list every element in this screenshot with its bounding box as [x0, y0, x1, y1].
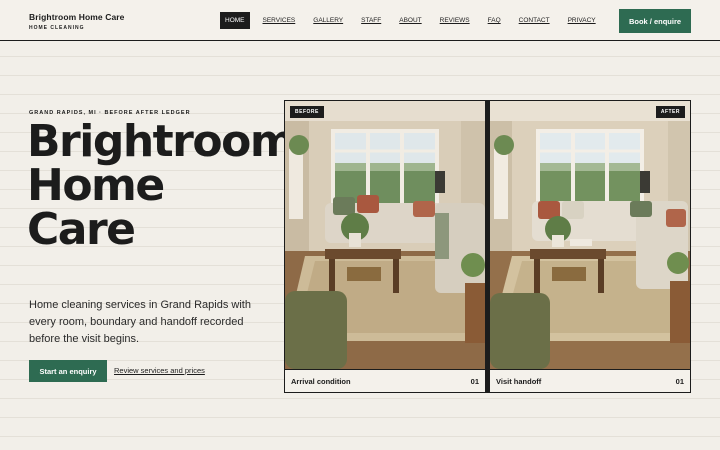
nav-item-services[interactable]: SERVICES — [258, 12, 301, 29]
brand-name: Brightroom Home Care — [29, 12, 125, 22]
before-panel: BEFORE Arrival condition 01 — [285, 101, 485, 392]
nav-item-about[interactable]: ABOUT — [394, 12, 426, 29]
start-enquiry-button[interactable]: Start an enquiry — [29, 360, 107, 382]
before-caption-number: 01 — [470, 377, 479, 386]
nav-item-contact[interactable]: CONTACT — [514, 12, 555, 29]
review-services-link[interactable]: Review services and prices — [114, 366, 205, 375]
nav-item-home[interactable]: HOME — [220, 12, 250, 29]
hero-title-line: Home — [27, 160, 165, 211]
before-photo — [285, 101, 485, 369]
after-caption-number: 01 — [675, 377, 684, 386]
book-enquire-button[interactable]: Book / enquire — [619, 9, 691, 33]
after-caption-label: Visit handoff — [496, 377, 542, 386]
hero-title-line: Care — [27, 204, 136, 255]
hero-description: Home cleaning services in Grand Rapids w… — [29, 299, 251, 345]
nav-item-staff[interactable]: STAFF — [356, 12, 386, 29]
main-nav: HOME SERVICES GALLERY STAFF ABOUT REVIEW… — [220, 12, 609, 29]
nav-item-privacy[interactable]: PRIVACY — [563, 12, 601, 29]
hero-title-line: Brightroom — [27, 116, 296, 167]
nav-item-gallery[interactable]: GALLERY — [308, 12, 348, 29]
before-after-comparison: BEFORE Arrival condition 01 AFTER Visit … — [284, 100, 691, 393]
brand-tagline: HOME CLEANING — [29, 25, 85, 31]
before-caption: Arrival condition 01 — [285, 369, 485, 392]
after-photo — [490, 101, 690, 369]
nav-item-faq[interactable]: FAQ — [483, 12, 506, 29]
before-caption-label: Arrival condition — [291, 377, 351, 386]
site-header: Brightroom Home Care HOME CLEANING HOME … — [0, 0, 720, 41]
hero-title: Brightroom Home Care — [27, 120, 297, 252]
after-panel: AFTER Visit handoff 01 — [490, 101, 690, 392]
before-tag: BEFORE — [290, 106, 324, 118]
after-caption: Visit handoff 01 — [490, 369, 690, 392]
nav-item-reviews[interactable]: REVIEWS — [435, 12, 475, 29]
after-tag: AFTER — [655, 106, 685, 118]
brand-logo[interactable]: Brightroom Home Care HOME CLEANING — [29, 12, 125, 31]
